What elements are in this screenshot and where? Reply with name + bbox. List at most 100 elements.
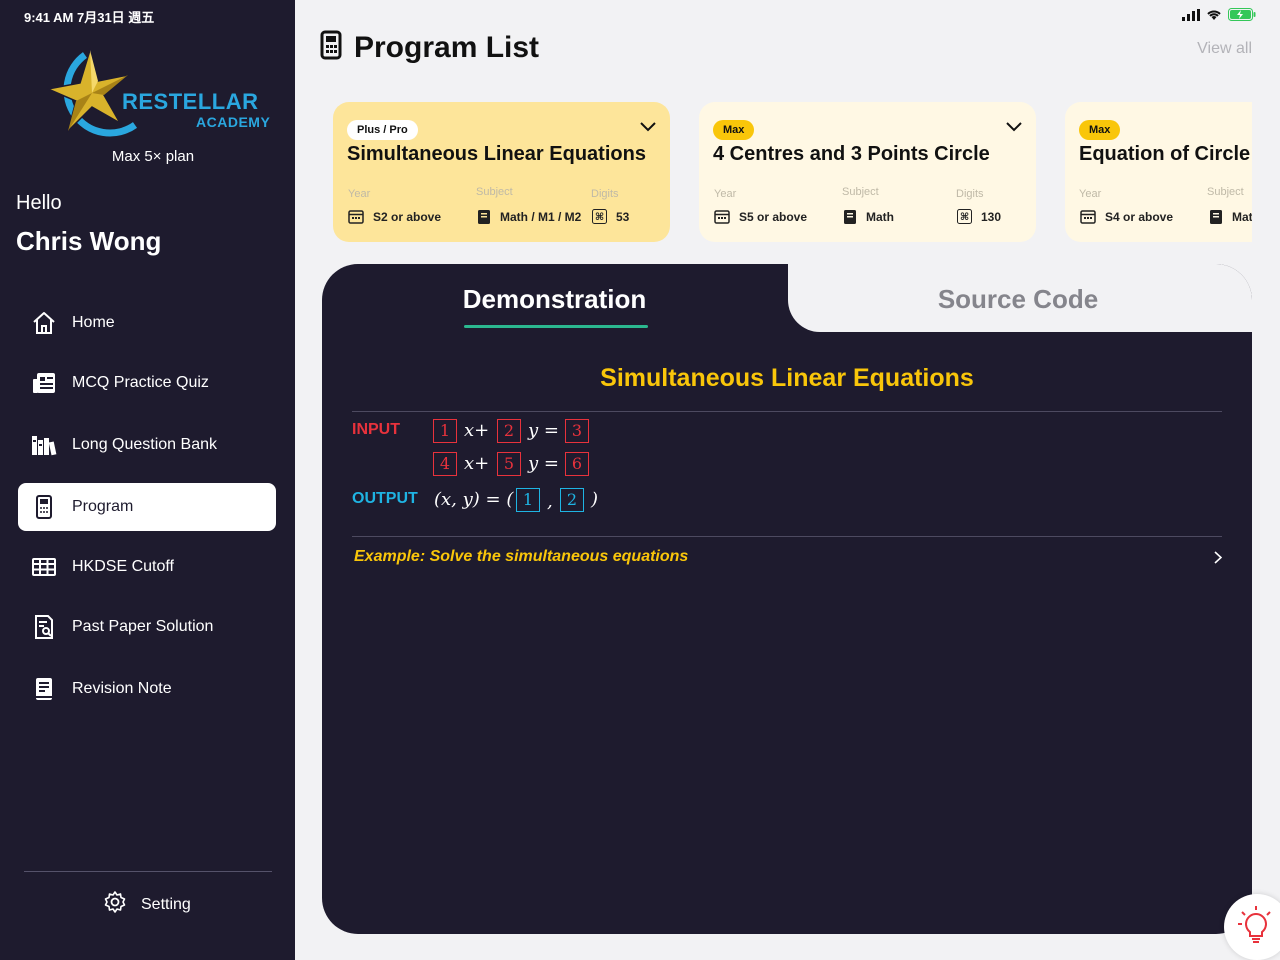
calendar-icon xyxy=(714,210,730,224)
output-label: OUTPUT xyxy=(352,490,418,507)
sidebar-item-program[interactable]: Program xyxy=(18,483,276,531)
sidebar-divider xyxy=(24,871,272,872)
status-icons xyxy=(1182,8,1256,21)
page-header: Program List xyxy=(320,30,539,65)
divider xyxy=(352,411,1222,412)
year-value: S4 or above xyxy=(1080,209,1173,224)
output-y-value: 2 xyxy=(560,488,584,512)
plan-badge: Max xyxy=(1079,120,1121,140)
book-icon xyxy=(844,210,856,224)
input-c1-field[interactable]: 3 xyxy=(565,419,589,443)
output-x-value: 1 xyxy=(516,488,540,512)
document-search-icon xyxy=(31,614,57,640)
digits-label: Digits xyxy=(591,188,619,200)
chevron-right-icon[interactable] xyxy=(1214,551,1222,564)
sidebar-item-label: MCQ Practice Quiz xyxy=(72,374,209,391)
sidebar-item-past-paper[interactable]: Past Paper Solution xyxy=(18,603,276,651)
greeting: Hello xyxy=(16,192,62,214)
book-icon xyxy=(1210,210,1222,224)
sidebar-item-mcq[interactable]: MCQ Practice Quiz xyxy=(18,359,276,407)
sidebar: RESTELLAR ACADEMY Max 5× plan Hello Chri… xyxy=(0,0,295,960)
year-label: Year xyxy=(1079,188,1102,200)
book-icon xyxy=(478,210,490,224)
sidebar-item-label: Long Question Bank xyxy=(72,436,217,453)
subject-label: Subject xyxy=(476,186,513,198)
divider xyxy=(352,536,1222,537)
calendar-icon xyxy=(1080,210,1096,224)
input-c2-field[interactable]: 6 xyxy=(565,452,589,476)
brand-sub: ACADEMY xyxy=(196,114,271,130)
math-x-plus: x+ xyxy=(464,420,490,441)
gear-icon xyxy=(103,890,127,919)
input-b1-field[interactable]: 2 xyxy=(497,419,521,443)
wifi-icon xyxy=(1207,10,1221,20)
math-output-prefix: (x, y) = ( xyxy=(434,489,514,510)
user-name: Chris Wong xyxy=(16,226,162,256)
sidebar-item-revision-note[interactable]: Revision Note xyxy=(18,665,276,713)
sidebar-item-home[interactable]: Home xyxy=(18,299,276,347)
digits-value: ⌘ 53 xyxy=(592,209,629,224)
calculator-icon xyxy=(31,494,57,520)
sidebar-item-label: Past Paper Solution xyxy=(72,618,214,635)
input-label: INPUT xyxy=(352,421,400,438)
sidebar-item-label: Home xyxy=(72,314,115,331)
battery-icon xyxy=(1228,8,1256,21)
table-icon xyxy=(31,554,57,580)
plan-badge: Max xyxy=(713,120,755,140)
tab-source-code[interactable]: Source Code xyxy=(882,284,1154,315)
sidebar-item-long-question[interactable]: Long Question Bank xyxy=(18,421,276,469)
input-a2-field[interactable]: 4 xyxy=(433,452,457,476)
program-card[interactable]: Max Equation of Circle Year Subject S4 o… xyxy=(1065,102,1252,242)
example-link[interactable]: Example: Solve the simultaneous equation… xyxy=(354,548,688,566)
brand-name: RESTELLAR xyxy=(122,89,259,114)
input-a1-field[interactable]: 1 xyxy=(433,419,457,443)
year-label: Year xyxy=(348,188,371,200)
books-icon xyxy=(31,432,57,458)
quiz-icon xyxy=(31,370,57,396)
chevron-down-icon[interactable] xyxy=(1006,122,1022,132)
math-comma: , xyxy=(547,491,553,512)
signal-icon xyxy=(1182,8,1200,21)
math-output-suffix: ) xyxy=(591,489,599,510)
subject-value: Math xyxy=(1209,209,1252,225)
svg-text:⌘: ⌘ xyxy=(960,212,969,223)
status-time: 9:41 AM 7月31日 週五 xyxy=(24,10,155,25)
math-x-plus: x+ xyxy=(464,453,490,474)
setting-button[interactable]: Setting xyxy=(103,890,191,919)
program-panel: Demonstration Source Code Simultaneous L… xyxy=(322,264,1252,934)
sidebar-item-label: Program xyxy=(72,498,134,515)
year-label: Year xyxy=(714,188,737,200)
page-title: Program List xyxy=(354,30,540,64)
home-icon xyxy=(31,310,57,336)
year-value: S2 or above xyxy=(348,209,441,224)
plan-label: Max 5× plan xyxy=(111,148,195,165)
subject-label: Subject xyxy=(1207,186,1244,198)
sidebar-item-hkdse-cutoff[interactable]: HKDSE Cutoff xyxy=(18,543,276,591)
note-book-icon xyxy=(31,676,57,702)
card-title: Simultaneous Linear Equations xyxy=(347,143,646,165)
demo-title: Simultaneous Linear Equations xyxy=(600,364,974,392)
program-card[interactable]: Max 4 Centres and 3 Points Circle Year S… xyxy=(699,102,1036,242)
setting-label: Setting xyxy=(141,895,191,913)
program-card[interactable]: Plus / Pro Simultaneous Linear Equations… xyxy=(333,102,670,242)
hint-button[interactable] xyxy=(1224,894,1280,960)
subject-label: Subject xyxy=(842,186,879,198)
sidebar-item-label: HKDSE Cutoff xyxy=(72,558,174,575)
year-value: S5 or above xyxy=(714,209,807,224)
card-title: 4 Centres and 3 Points Circle xyxy=(713,143,990,165)
chevron-down-icon[interactable] xyxy=(640,122,656,132)
command-key-icon: ⌘ xyxy=(592,209,607,224)
command-key-icon: ⌘ xyxy=(957,209,972,224)
digits-label: Digits xyxy=(956,188,984,200)
tab-demonstration[interactable]: Demonstration xyxy=(382,284,727,315)
lightbulb-icon xyxy=(1238,906,1271,943)
active-tab-indicator xyxy=(464,325,648,328)
math-y-eq: y = xyxy=(528,453,559,474)
calendar-icon xyxy=(348,210,364,224)
view-all-link[interactable]: View all xyxy=(1197,40,1252,58)
digits-value: ⌘ 130 xyxy=(957,209,1001,224)
math-y-eq: y = xyxy=(528,420,559,441)
input-b2-field[interactable]: 5 xyxy=(497,452,521,476)
program-cards: Plus / Pro Simultaneous Linear Equations… xyxy=(333,102,1252,242)
calculator-icon xyxy=(320,30,342,65)
